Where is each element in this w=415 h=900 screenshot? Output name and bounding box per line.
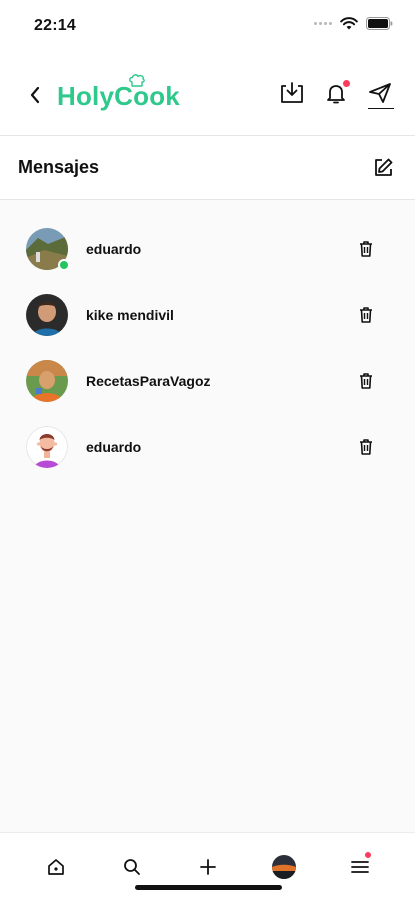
nav-home[interactable] bbox=[42, 853, 70, 881]
status-indicators bbox=[314, 17, 393, 30]
conversation-row[interactable]: RecetasParaVagoz bbox=[0, 348, 415, 414]
send-button[interactable] bbox=[365, 78, 395, 109]
messages-header: Mensajes bbox=[0, 136, 415, 200]
conversation-row[interactable]: kike mendivil bbox=[0, 282, 415, 348]
send-underline bbox=[368, 107, 394, 109]
avatar bbox=[26, 360, 68, 402]
download-tray-icon bbox=[281, 82, 303, 103]
conversation-row[interactable]: eduardo bbox=[0, 414, 415, 480]
nav-profile[interactable] bbox=[270, 853, 298, 881]
delete-conversation-button[interactable] bbox=[355, 370, 377, 392]
compose-icon bbox=[375, 158, 393, 176]
delete-conversation-button[interactable] bbox=[355, 436, 377, 458]
avatar bbox=[26, 426, 68, 468]
compose-button[interactable] bbox=[369, 154, 397, 182]
conversation-name: kike mendivil bbox=[86, 307, 174, 323]
trash-icon bbox=[360, 373, 372, 389]
menu-notification-badge bbox=[364, 851, 372, 859]
avatar bbox=[26, 294, 68, 336]
trash-icon bbox=[360, 439, 372, 455]
status-time: 22:14 bbox=[34, 17, 76, 34]
notification-badge bbox=[342, 79, 351, 88]
download-button[interactable] bbox=[277, 78, 307, 108]
conversation-name: eduardo bbox=[86, 439, 142, 455]
home-indicator bbox=[135, 885, 282, 890]
delete-conversation-button[interactable] bbox=[355, 238, 377, 260]
back-button[interactable] bbox=[22, 82, 48, 108]
nav-create[interactable] bbox=[194, 853, 222, 881]
chevron-left-icon bbox=[30, 86, 40, 104]
battery-icon bbox=[366, 17, 393, 30]
trash-icon bbox=[360, 241, 372, 257]
notifications-button[interactable] bbox=[321, 78, 351, 108]
top-bar: HolyCook bbox=[0, 52, 415, 136]
home-icon bbox=[48, 859, 64, 875]
signal-icon bbox=[314, 22, 332, 25]
app-logo: HolyCook bbox=[57, 74, 180, 114]
wifi-icon bbox=[340, 17, 358, 30]
header-actions bbox=[277, 78, 395, 109]
status-bar: 22:14 bbox=[0, 0, 415, 52]
plus-icon bbox=[200, 859, 216, 875]
profile-avatar bbox=[272, 855, 296, 879]
search-icon bbox=[124, 859, 140, 875]
trash-icon bbox=[360, 307, 372, 323]
conversation-row[interactable]: eduardo bbox=[0, 216, 415, 282]
nav-menu[interactable] bbox=[346, 851, 374, 881]
paper-plane-icon bbox=[369, 83, 391, 103]
chef-hat-icon bbox=[129, 74, 145, 87]
nav-search[interactable] bbox=[118, 853, 146, 881]
delete-conversation-button[interactable] bbox=[355, 304, 377, 326]
conversation-name: RecetasParaVagoz bbox=[86, 373, 211, 389]
online-status-dot bbox=[58, 259, 70, 271]
page-title: Mensajes bbox=[18, 157, 100, 177]
conversation-name: eduardo bbox=[86, 241, 142, 257]
logo-text: HolyCook bbox=[57, 81, 180, 111]
menu-icon bbox=[351, 861, 369, 873]
conversation-list: eduardo kike mendivil RecetasParaVagoz e… bbox=[0, 216, 415, 480]
